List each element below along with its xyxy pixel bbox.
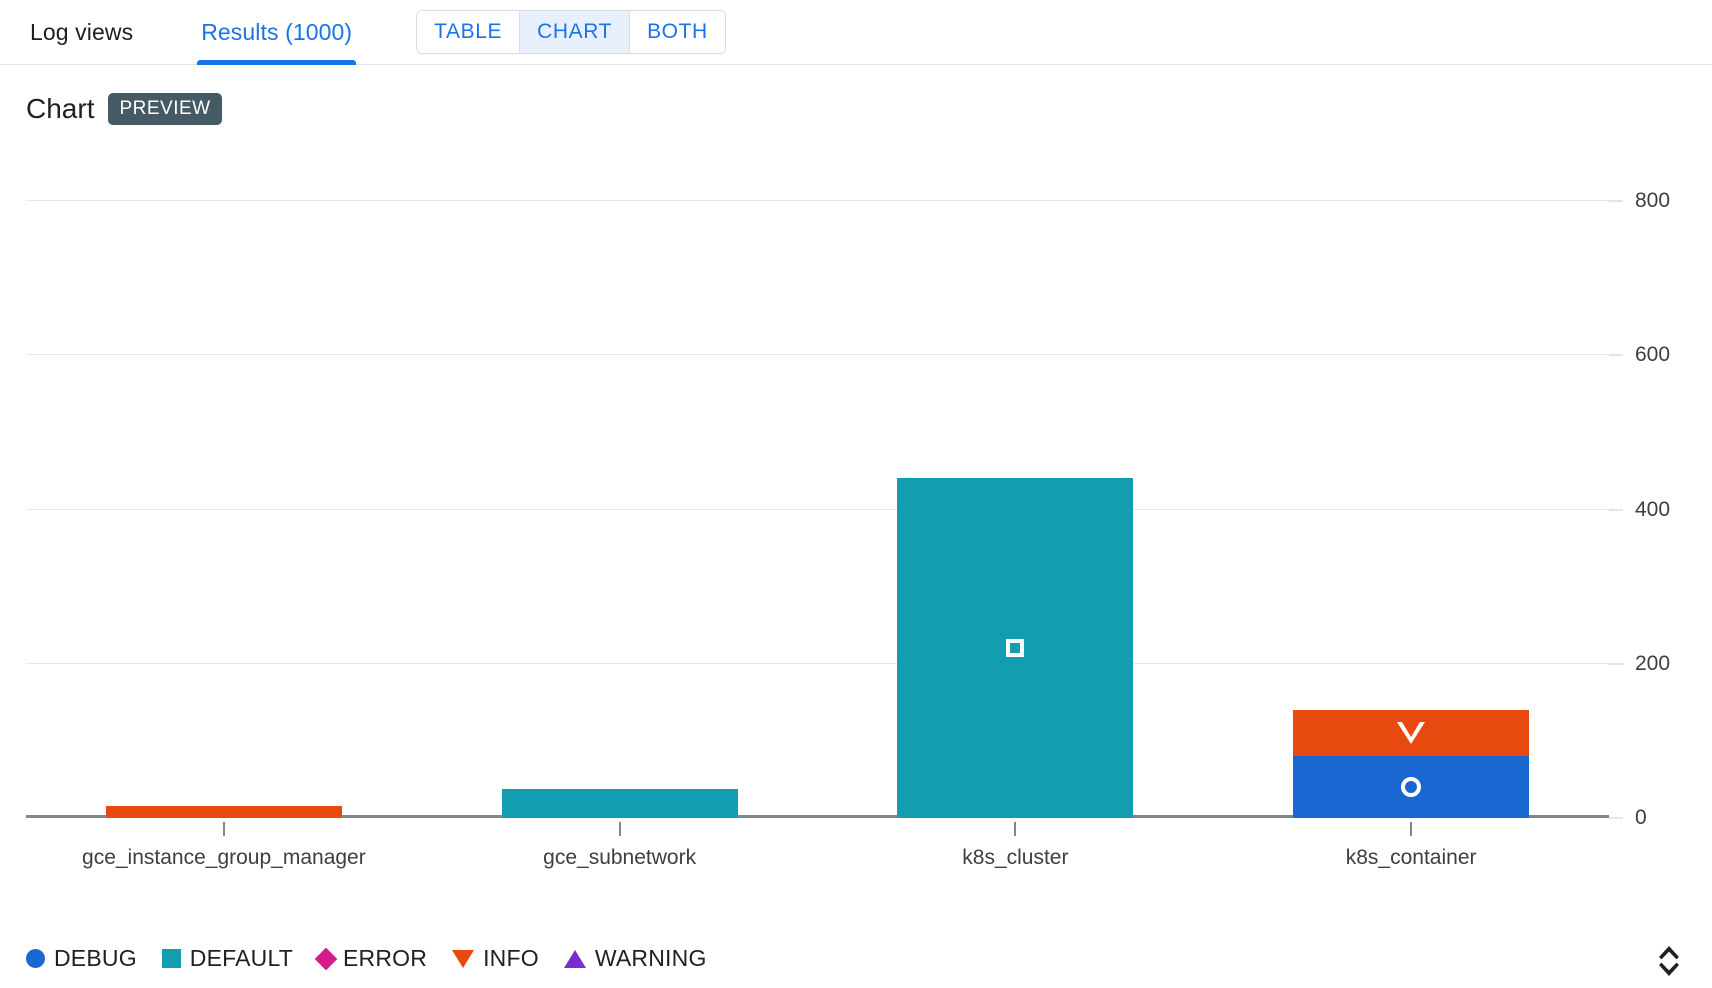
x-axis-tick [618,822,621,836]
x-axis-tick [1410,822,1413,836]
triangle-up-glyph-icon [563,949,586,968]
top-tab-bar: Log views Results (1000) TABLE CHART BOT… [0,0,1712,65]
chart-header: Chart PREVIEW [0,65,1712,125]
y-axis-tick [1609,663,1623,665]
x-axis-label: k8s_cluster [962,846,1069,869]
x-axis-tick [1014,822,1017,836]
bar-column[interactable]: k8s_container [1293,153,1530,869]
bar-segment[interactable] [1293,710,1530,756]
legend-item-label: DEFAULT [189,945,294,971]
view-mode-table-button[interactable]: TABLE [417,11,521,53]
legend-item-label: ERROR [343,945,428,971]
view-mode-both-label: BOTH [647,20,708,43]
active-tab-underline [197,59,357,65]
expand-collapse-icon[interactable] [1652,940,1686,982]
y-axis-tick-label: 800 [1635,189,1671,212]
view-mode-chart-button[interactable]: CHART [520,11,631,53]
circle-glyph-icon [26,949,45,968]
y-axis-tick [1609,200,1623,202]
square-glyph-icon [161,949,181,968]
page-title: Chart [26,93,95,124]
view-mode-chart-label: CHART [537,20,613,43]
x-axis-label: gce_subnetwork [543,846,697,869]
triangle-down-glyph-icon [452,949,475,968]
diamond-glyph-icon [314,947,338,970]
legend-item-debug[interactable]: DEBUG [26,945,137,972]
chart-area: gce_instance_group_manager gce_subnetwork… [0,153,1712,873]
marker-square [1006,638,1025,657]
legend-item-label: INFO [483,945,539,971]
y-axis-tick-label: 600 [1635,343,1671,367]
tab-log-views-label: Log views [30,18,134,45]
x-axis-label: gce_instance_group_manager [82,846,366,869]
bar-column[interactable]: k8s_cluster [897,153,1134,869]
plot-canvas: gce_instance_group_manager gce_subnetwork… [26,153,1609,869]
status-badge: PREVIEW [108,93,222,125]
view-mode-table-label: TABLE [434,20,503,43]
marker-triangle-down [1397,721,1426,744]
tab-log-views[interactable]: Log views [26,0,137,65]
y-axis-tick-label: 0 [1635,806,1647,829]
bar-segment[interactable] [105,805,342,818]
bar-segment[interactable] [897,477,1134,818]
view-mode-both-button[interactable]: BOTH [630,11,725,53]
bar-column[interactable]: gce_subnetwork [501,153,738,869]
x-axis-label: k8s_container [1345,846,1477,869]
legend-item-label: DEBUG [54,945,137,971]
view-mode-toggle-group: TABLE CHART BOTH [416,10,726,54]
chart-legend: DEBUG DEFAULT ERROR INFO WARNING [26,945,732,972]
bar-column[interactable]: gce_instance_group_manager [82,153,366,869]
y-axis-tick [1609,354,1623,356]
marker-circle [1401,776,1422,797]
y-axis-tick [1609,509,1623,510]
legend-item-error[interactable]: ERROR [314,945,428,972]
legend-item-info[interactable]: INFO [452,945,539,972]
tab-results-label: Results (1000) [201,18,353,45]
tab-results[interactable]: Results (1000) [197,0,357,65]
x-axis-tick [222,822,225,836]
legend-item-warning[interactable]: WARNING [563,945,707,972]
y-axis-tick-label: 200 [1635,651,1671,675]
y-axis-tick-label: 400 [1635,497,1671,521]
bar-segment[interactable] [1293,755,1530,818]
legend-item-label: WARNING [594,945,707,971]
y-axis-tick [1609,817,1623,819]
legend-item-default[interactable]: DEFAULT [161,945,294,972]
bar-segment[interactable] [501,789,738,818]
